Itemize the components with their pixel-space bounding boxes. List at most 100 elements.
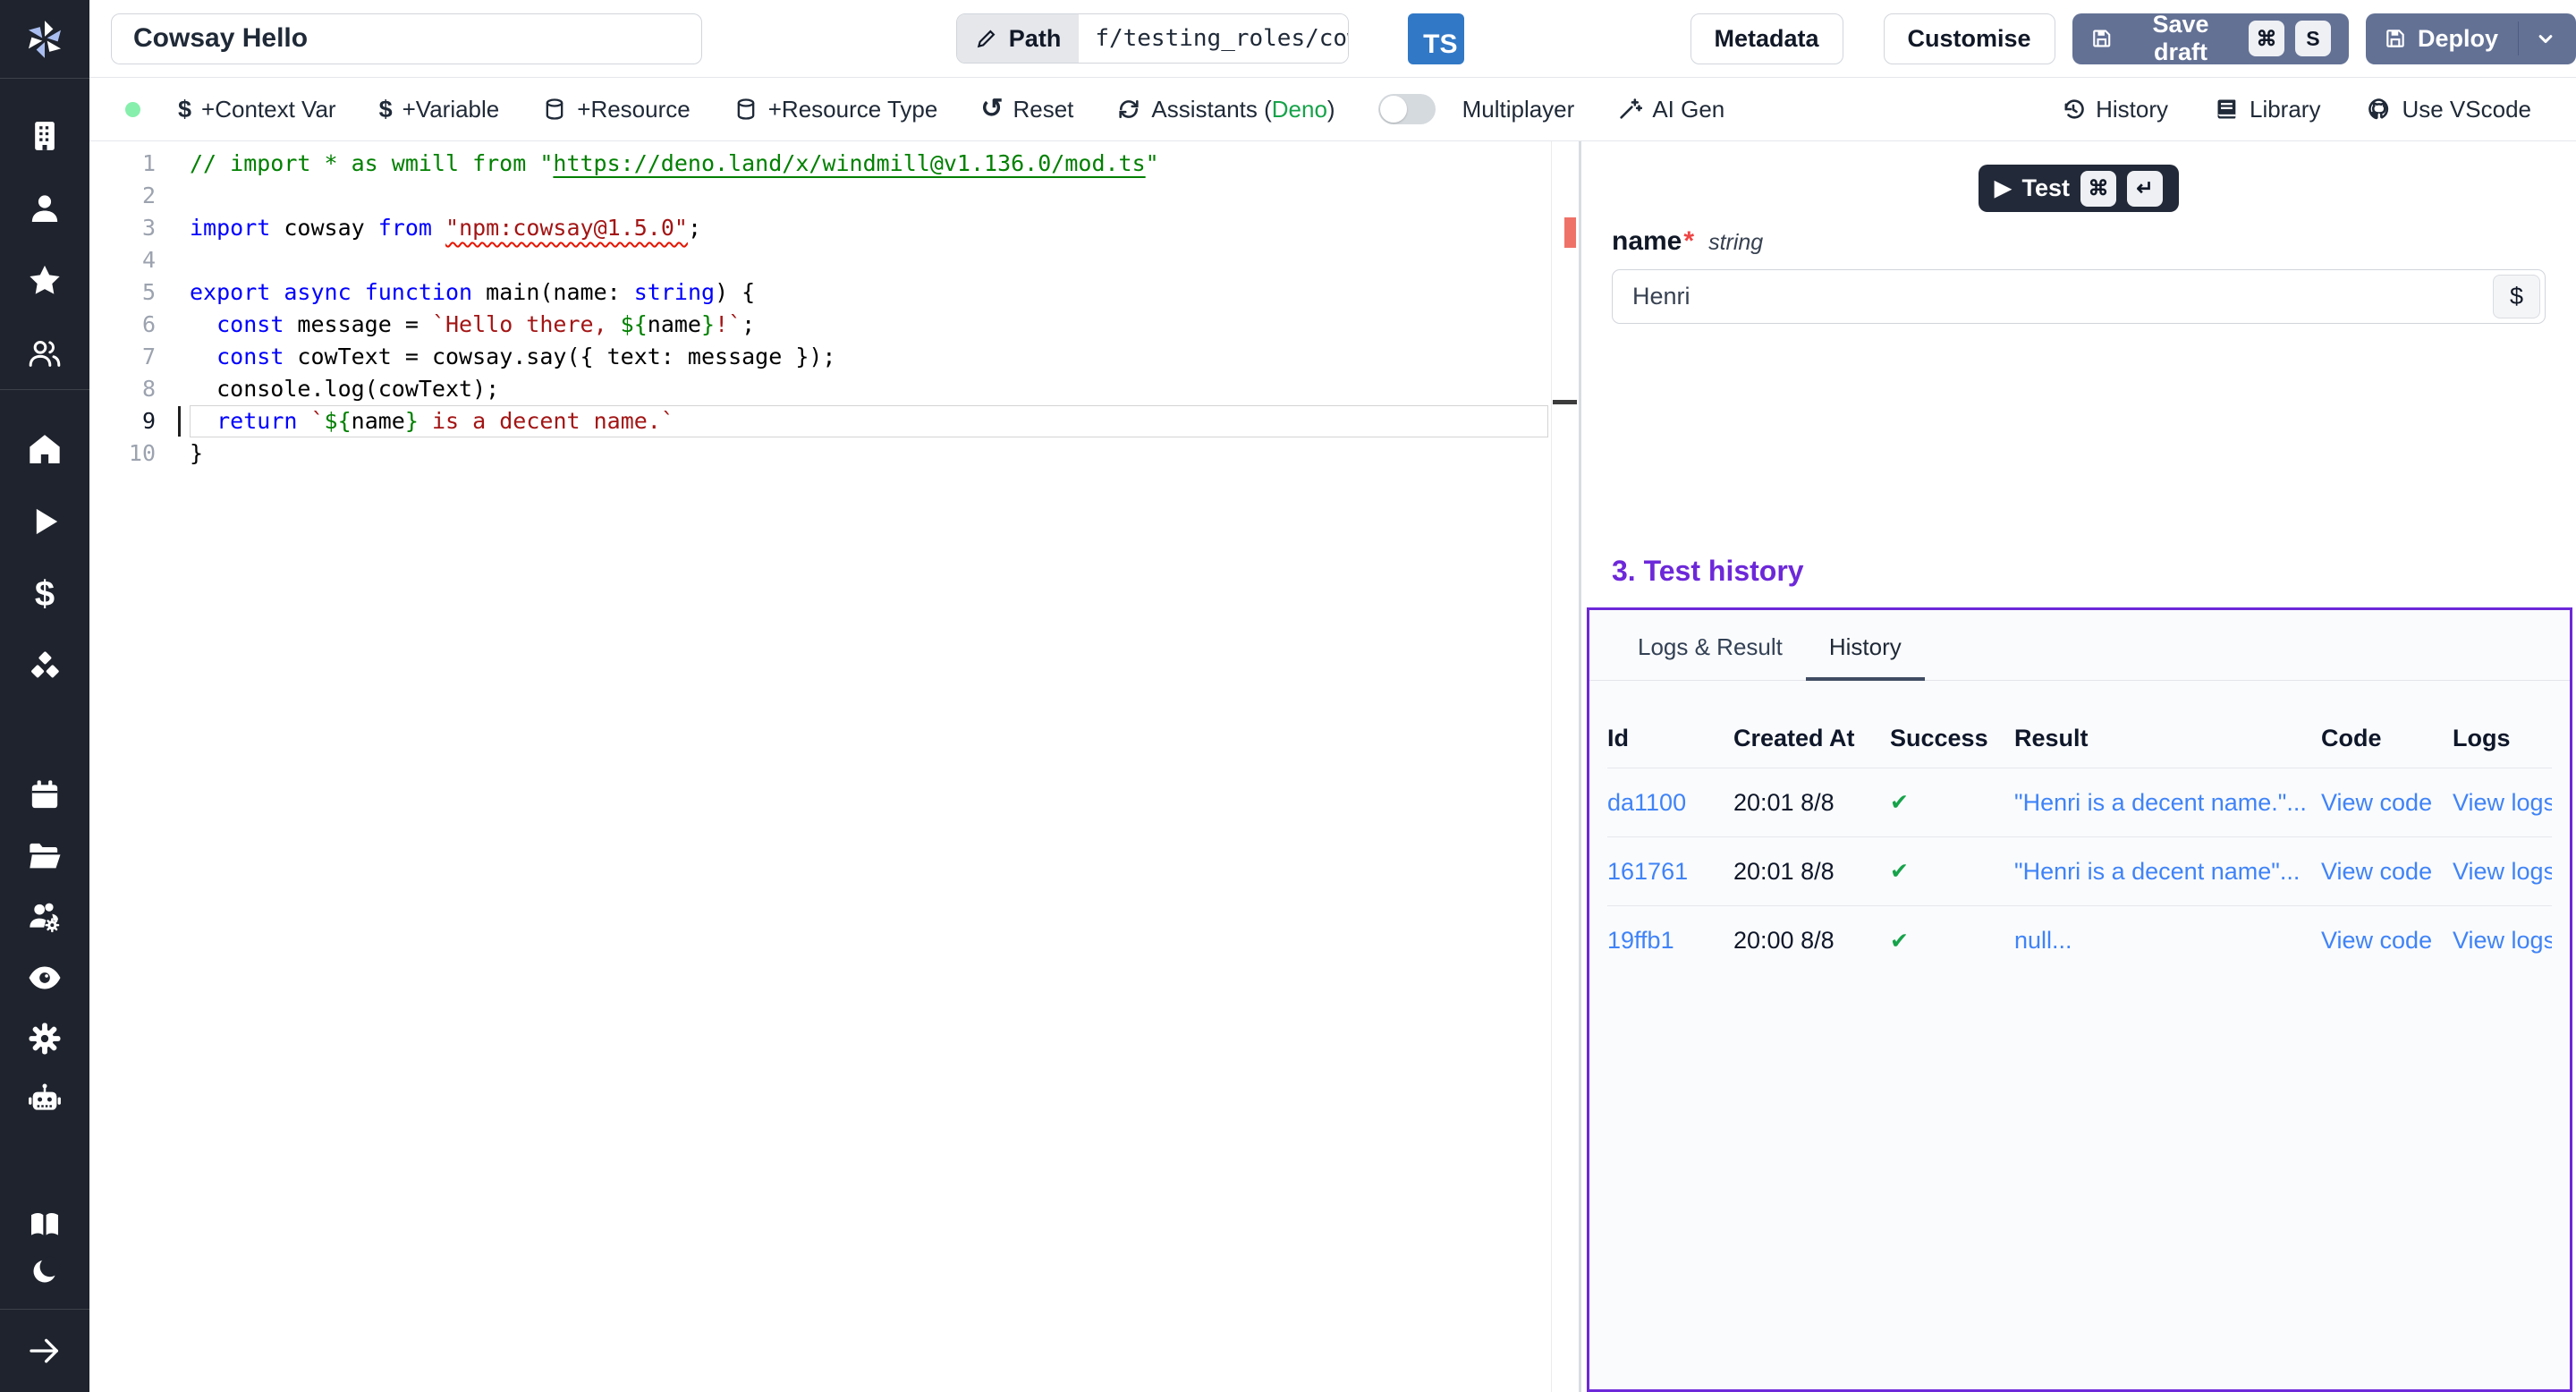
view-logs-link[interactable]: View logs: [2453, 858, 2552, 886]
code-lines[interactable]: // import * as wmill from "https://deno.…: [190, 148, 1548, 470]
job-id-link[interactable]: 19ffb1: [1607, 927, 1733, 955]
metadata-button[interactable]: Metadata: [1690, 13, 1843, 64]
column-header: Logs: [2453, 725, 2552, 752]
line-number: 3: [89, 212, 188, 244]
edit-path-button[interactable]: Path: [957, 14, 1080, 63]
workspace-building-icon[interactable]: [25, 116, 64, 156]
runs-play-icon[interactable]: [25, 502, 64, 541]
path-label: Path: [1009, 25, 1062, 53]
add-resource-type-button[interactable]: +Resource Type: [733, 96, 938, 123]
code-line[interactable]: export async function main(name: string)…: [190, 276, 1548, 309]
path-value[interactable]: f/testing_roles/cowsa: [1079, 14, 1348, 63]
history-row: 19ffb120:00 8/8✔null...View codeView log…: [1607, 906, 2552, 975]
line-number: 5: [89, 276, 188, 309]
resources-cubes-icon[interactable]: [25, 647, 64, 686]
test-button[interactable]: ▶ Test ⌘ ↵: [1979, 165, 2179, 212]
text-cursor: [178, 406, 181, 437]
home-icon[interactable]: [25, 429, 64, 469]
tab-logs-result[interactable]: Logs & Result: [1614, 610, 1806, 681]
kbd-cmd: ⌘: [2249, 21, 2284, 56]
result-link[interactable]: "Henri is a decent name."...: [2014, 789, 2321, 817]
insert-variable-button[interactable]: $: [2493, 275, 2540, 318]
code-line[interactable]: const cowText = cowsay.say({ text: messa…: [190, 341, 1548, 373]
line-number: 8: [89, 373, 188, 405]
line-number: 7: [89, 341, 188, 373]
add-variable-button[interactable]: $+Variable: [379, 96, 500, 123]
pencil-icon: [975, 27, 998, 50]
history-table: IdCreated AtSuccessResultCodeLogs da1100…: [1589, 681, 2570, 975]
schedules-calendar-icon[interactable]: [25, 776, 64, 815]
deploy-label: Deploy: [2418, 25, 2498, 53]
code-line[interactable]: // import * as wmill from "https://deno.…: [190, 148, 1548, 180]
test-history-heading: 3. Test history: [1612, 555, 2546, 588]
save-draft-button[interactable]: Save draft ⌘ S: [2072, 13, 2349, 64]
code-line[interactable]: const message = `Hello there, ${name}!`;: [190, 309, 1548, 341]
field-name: name: [1612, 226, 1682, 257]
name-field-input[interactable]: [1612, 269, 2546, 324]
created-at: 20:01 8/8: [1733, 789, 1890, 817]
column-header: Id: [1607, 725, 1733, 752]
customise-button[interactable]: Customise: [1884, 13, 2055, 64]
column-header: Code: [2321, 725, 2453, 752]
add-context-var-button[interactable]: $+Context Var: [178, 96, 336, 123]
add-resource-button[interactable]: +Resource: [542, 96, 690, 123]
view-code-link[interactable]: View code: [2321, 858, 2453, 886]
code-line[interactable]: [190, 180, 1548, 212]
ai-gen-button[interactable]: AI Gen: [1617, 96, 1724, 123]
dark-mode-moon-icon[interactable]: [25, 1252, 64, 1291]
multiplayer-toggle[interactable]: [1378, 94, 1436, 124]
kbd-cmd: ⌘: [2080, 171, 2116, 207]
view-code-link[interactable]: View code: [2321, 927, 2453, 955]
line-number: 6: [89, 309, 188, 341]
deploy-divider: [2518, 21, 2519, 55]
workers-users-cog-icon[interactable]: [25, 897, 64, 937]
reset-icon: ↺: [980, 96, 1003, 123]
gutter: 12345678910: [89, 148, 188, 470]
path-group: Path f/testing_roles/cowsa: [956, 13, 1349, 64]
history-row: 16176120:01 8/8✔"Henri is a decent name"…: [1607, 837, 2552, 906]
use-vscode-button[interactable]: Use VScode: [2367, 96, 2531, 123]
error-marker: [1564, 217, 1576, 248]
job-id-link[interactable]: 161761: [1607, 858, 1733, 886]
reset-button[interactable]: ↺Reset: [980, 96, 1073, 123]
docs-book-icon[interactable]: [25, 1205, 64, 1244]
code-line[interactable]: }: [190, 437, 1548, 470]
job-id-link[interactable]: da1100: [1607, 789, 1733, 817]
user-icon[interactable]: [25, 189, 64, 228]
deploy-button[interactable]: Deploy: [2366, 13, 2576, 64]
folders-icon[interactable]: [25, 836, 64, 876]
tab-history[interactable]: History: [1806, 610, 1925, 681]
assistants-button[interactable]: Assistants (Deno): [1116, 96, 1335, 123]
line-number: 2: [89, 180, 188, 212]
code-line[interactable]: [190, 244, 1548, 276]
field-type: string: [1708, 230, 1763, 256]
variables-dollar-icon[interactable]: $: [25, 574, 64, 614]
ai-robot-icon[interactable]: [25, 1080, 64, 1119]
code-editor[interactable]: 12345678910 // import * as wmill from "h…: [89, 141, 1579, 1392]
audit-eye-icon[interactable]: [25, 958, 64, 997]
view-logs-link[interactable]: View logs: [2453, 927, 2552, 955]
star-icon[interactable]: [25, 261, 64, 301]
history-button[interactable]: History: [2061, 96, 2168, 123]
dollar-icon: $: [379, 96, 393, 123]
line-number: 4: [89, 244, 188, 276]
chevron-down-icon[interactable]: [2533, 26, 2558, 51]
code-line[interactable]: console.log(cowText);: [190, 373, 1548, 405]
created-at: 20:01 8/8: [1733, 858, 1890, 886]
success-check-icon: ✔: [1890, 858, 2014, 885]
script-title-input[interactable]: [111, 13, 702, 64]
code-line[interactable]: return `${name} is a decent name.`: [190, 405, 1548, 437]
collapse-arrow-icon[interactable]: [25, 1331, 64, 1371]
settings-gear-icon[interactable]: [25, 1019, 64, 1058]
refresh-icon: [1116, 97, 1141, 122]
cursor-position-marker: [1553, 400, 1577, 404]
library-button[interactable]: Library: [2215, 96, 2320, 123]
result-link[interactable]: "Henri is a decent name"...: [2014, 858, 2321, 886]
result-link[interactable]: null...: [2014, 927, 2321, 955]
groups-icon[interactable]: [25, 334, 64, 373]
code-line[interactable]: import cowsay from "npm:cowsay@1.5.0";: [190, 212, 1548, 244]
view-code-link[interactable]: View code: [2321, 789, 2453, 817]
windmill-logo[interactable]: [0, 0, 89, 79]
assistants-lang: Deno: [1272, 96, 1327, 123]
view-logs-link[interactable]: View logs: [2453, 789, 2552, 817]
